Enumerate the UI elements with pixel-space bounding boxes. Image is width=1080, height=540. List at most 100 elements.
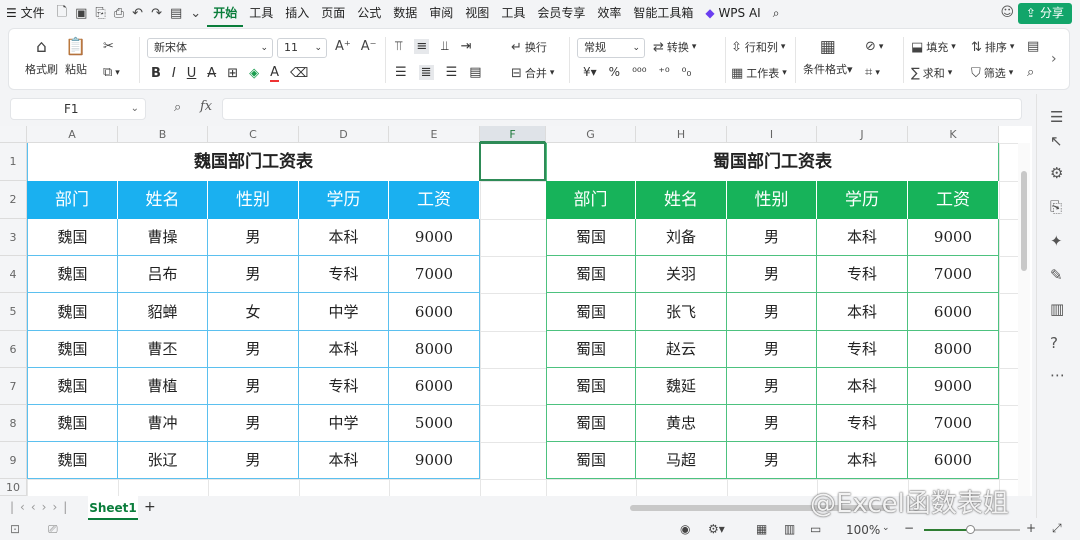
tab-member[interactable]: 会员专享 <box>531 0 591 27</box>
align-right-icon[interactable]: ☰ <box>446 65 458 80</box>
wei_table-data-cell[interactable]: 男 <box>208 331 299 368</box>
search-icon[interactable]: ⌕ <box>767 0 786 27</box>
print-icon[interactable]: ▤ <box>170 6 182 21</box>
shu_table-data-cell[interactable]: 男 <box>727 442 817 479</box>
column-header-e[interactable]: E <box>389 126 480 143</box>
wei_table-data-cell[interactable]: 貂蝉 <box>118 293 208 331</box>
tab-efficiency[interactable]: 效率 <box>591 0 627 27</box>
shu_table-data-cell[interactable]: 9000 <box>908 219 999 256</box>
italic-icon[interactable]: I <box>172 66 176 81</box>
shu_table-data-cell[interactable]: 蜀国 <box>546 442 636 479</box>
wei_table-data-cell[interactable]: 曹丕 <box>118 331 208 368</box>
share-panel-icon[interactable]: ⎘ <box>1050 198 1062 216</box>
align-middle-icon[interactable]: ≡ <box>414 39 430 54</box>
column-header-f[interactable]: F <box>480 126 546 143</box>
shu_table-data-cell[interactable]: 刘备 <box>636 219 727 256</box>
shu_table-data-cell[interactable]: 蜀国 <box>546 219 636 256</box>
tab-data[interactable]: 数据 <box>387 0 423 27</box>
find-icon[interactable]: ⌕ <box>1027 65 1034 80</box>
settings-icon[interactable]: ⚙ <box>1050 164 1063 182</box>
cut-icon[interactable]: ✂ <box>103 39 114 54</box>
spreadsheet-grid[interactable]: A B C D E F G H I J K 1 2 3 4 5 6 7 8 9 10 魏国部门工资表 部门 姓名 性别 学历 工资魏… <box>0 126 1032 496</box>
wei_table-data-cell[interactable]: 魏国 <box>27 331 118 368</box>
column-header-a[interactable]: A <box>27 126 118 143</box>
undo-icon[interactable]: ↶ <box>132 6 143 21</box>
scroll-thumb[interactable] <box>1021 171 1027 271</box>
normal-view-icon[interactable]: ▦ <box>756 522 767 536</box>
sheet-tab-sheet1[interactable]: Sheet1 <box>88 496 138 520</box>
column-header-g[interactable]: G <box>546 126 636 143</box>
shu_table-data-cell[interactable]: 8000 <box>908 331 999 368</box>
fullscreen-icon[interactable]: ⤢ <box>1052 521 1062 536</box>
tab-page[interactable]: 页面 <box>315 0 351 27</box>
sum-button[interactable]: ∑ 求和 ▾ <box>911 65 952 81</box>
worksheet-button[interactable]: ▦ 工作表 ▾ <box>731 65 787 81</box>
wei_table-data-cell[interactable]: 魏国 <box>27 293 118 331</box>
bold-icon[interactable]: B <box>151 66 161 81</box>
wei_table-data-cell[interactable]: 9000 <box>389 219 480 256</box>
redo-icon[interactable]: ↷ <box>151 6 162 21</box>
tab-review[interactable]: 审阅 <box>423 0 459 27</box>
row-header-8[interactable]: 8 <box>0 405 27 442</box>
column-header-j[interactable]: J <box>817 126 908 143</box>
wei_table-data-cell[interactable]: 魏国 <box>27 219 118 256</box>
book-icon[interactable]: ▥ <box>1050 300 1064 318</box>
shu_table-data-cell[interactable]: 男 <box>727 256 817 293</box>
wei_table-data-cell[interactable]: 男 <box>208 256 299 293</box>
percent-icon[interactable]: % <box>609 65 620 79</box>
row-header-7[interactable]: 7 <box>0 368 27 405</box>
zoom-level[interactable]: 100% <box>846 523 880 537</box>
name-box[interactable]: F1 ⌄ <box>10 98 146 120</box>
table-style-icon[interactable]: ⌗ ▾ <box>865 65 880 80</box>
wei_table-data-cell[interactable]: 男 <box>208 442 299 479</box>
tab-tools-2[interactable]: 工具 <box>495 0 531 27</box>
column-header-c[interactable]: C <box>208 126 299 143</box>
wei_table-data-cell[interactable]: 吕布 <box>118 256 208 293</box>
document-icon[interactable]: 🗋 <box>57 3 67 25</box>
print-preview-icon[interactable]: ⎙ <box>114 6 124 21</box>
shu_table-data-cell[interactable]: 蜀国 <box>546 293 636 331</box>
column-header-d[interactable]: D <box>299 126 389 143</box>
wei_table-data-cell[interactable]: 9000 <box>389 442 480 479</box>
column-header-h[interactable]: H <box>636 126 727 143</box>
fill-button[interactable]: ⬓ 填充 ▾ <box>911 39 956 55</box>
tab-insert[interactable]: 插入 <box>279 0 315 27</box>
wei_table-data-cell[interactable]: 曹冲 <box>118 405 208 442</box>
eraser-icon[interactable]: ⌫ <box>290 66 308 81</box>
chevron-down-icon[interactable]: ⌄ <box>882 523 890 533</box>
column-header-i[interactable]: I <box>727 126 817 143</box>
tab-tools[interactable]: 工具 <box>243 0 279 27</box>
column-header-b[interactable]: B <box>118 126 208 143</box>
thousands-icon[interactable]: ⁰⁰⁰ <box>632 65 646 79</box>
conditional-format-button[interactable]: ▦ 条件格式▾ <box>803 37 853 77</box>
save-icon[interactable]: ▣ <box>75 6 87 21</box>
wei_table-data-cell[interactable]: 魏国 <box>27 442 118 479</box>
doc-status-icon[interactable]: ⎚ <box>48 522 58 537</box>
increase-font-icon[interactable]: A⁺ <box>335 39 351 54</box>
add-sheet-icon[interactable]: + <box>144 499 156 515</box>
shu_table-data-cell[interactable]: 专科 <box>817 405 908 442</box>
font-size-select[interactable]: 11 ⌄ <box>277 38 327 58</box>
wei_table-data-cell[interactable]: 本科 <box>299 331 389 368</box>
wei_table-data-cell[interactable]: 中学 <box>299 293 389 331</box>
merge-button[interactable]: ⊟ 合并 ▾ <box>511 65 554 81</box>
wei_table-data-cell[interactable]: 8000 <box>389 331 480 368</box>
align-bottom-icon[interactable]: ⫫ <box>441 39 448 54</box>
freeze-icon[interactable]: ▤ <box>1027 39 1039 54</box>
selected-cell-f1[interactable] <box>479 142 546 181</box>
menu-icon[interactable]: ☰ <box>1050 108 1063 126</box>
row-header-5[interactable]: 5 <box>0 293 27 331</box>
sort-button[interactable]: ⇅ 排序 ▾ <box>971 39 1014 55</box>
shu_table-data-cell[interactable]: 张飞 <box>636 293 727 331</box>
tab-formula[interactable]: 公式 <box>351 0 387 27</box>
wei_table-data-cell[interactable]: 专科 <box>299 368 389 405</box>
wei_table-data-cell[interactable]: 男 <box>208 219 299 256</box>
view-mode-icon[interactable]: ⚙▾ <box>708 522 725 536</box>
wei_table-data-cell[interactable]: 男 <box>208 405 299 442</box>
number-format-select[interactable]: 常规 ⌄ <box>577 38 645 58</box>
shu_table-data-cell[interactable]: 专科 <box>817 256 908 293</box>
row-header-1[interactable]: 1 <box>0 143 27 181</box>
chevron-right-icon[interactable]: › <box>1051 51 1057 67</box>
shu_table-data-cell[interactable]: 本科 <box>817 293 908 331</box>
shu_table-data-cell[interactable]: 男 <box>727 219 817 256</box>
